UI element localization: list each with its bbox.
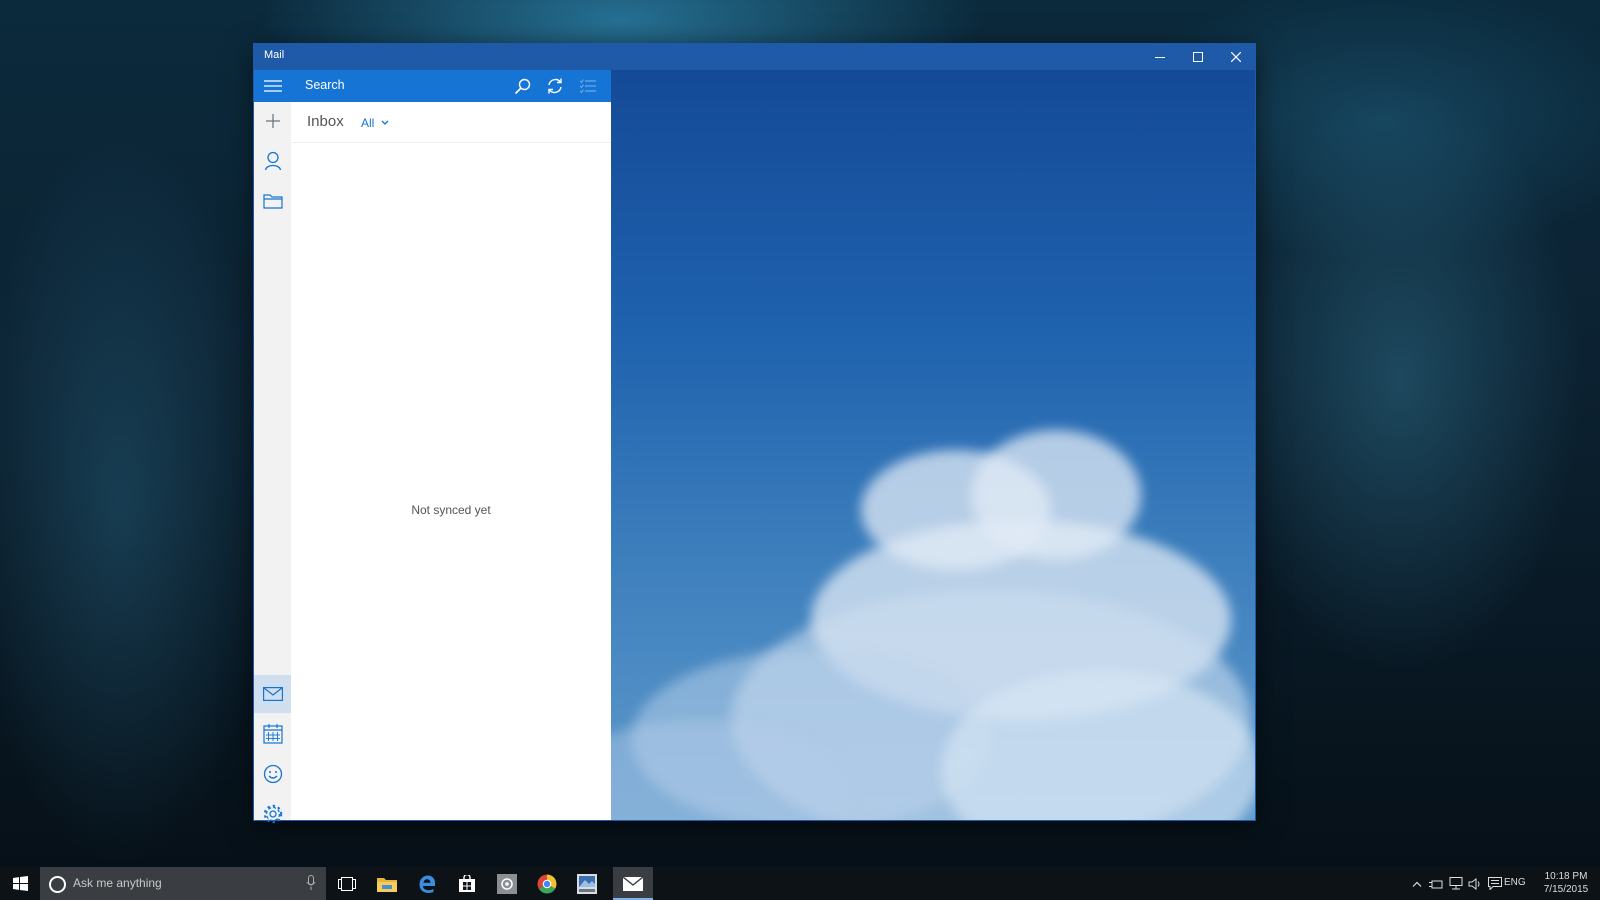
start-button[interactable] — [0, 867, 40, 900]
settings-nav-button[interactable] — [254, 795, 291, 833]
store-button[interactable] — [447, 867, 487, 900]
mail-app-icon — [623, 876, 643, 891]
settings-gear-icon — [263, 804, 282, 824]
minimize-button[interactable] — [1141, 44, 1179, 70]
search-button[interactable] — [511, 75, 533, 97]
mail-icon — [262, 687, 283, 701]
clock-time: 10:18 PM — [1544, 871, 1588, 882]
sync-icon — [548, 78, 562, 94]
chrome-icon — [537, 874, 557, 893]
volume-icon — [1468, 877, 1480, 890]
message-list-pane: Search Inbox All Not synced yet — [291, 70, 611, 820]
search-input[interactable]: Search — [305, 78, 345, 92]
edge-button[interactable] — [407, 867, 447, 900]
accounts-icon — [264, 151, 281, 171]
file-explorer-icon — [377, 877, 397, 892]
title-bar[interactable]: Mail — [254, 44, 1255, 70]
cortana-search-box[interactable]: Ask me anything — [40, 867, 326, 900]
power-plug-icon — [1429, 880, 1443, 888]
input-language-indicator[interactable]: ENG — [1504, 877, 1526, 888]
system-clock[interactable]: 10:18 PM 7/15/2015 — [1540, 870, 1592, 896]
tray-network-button[interactable] — [1448, 867, 1464, 900]
folders-button[interactable] — [254, 182, 291, 220]
taskbar: Ask me anything ENG 10:18 PM 7/15/2015 — [0, 867, 1600, 900]
tray-volume-button[interactable] — [1467, 867, 1483, 900]
maximize-icon — [1193, 52, 1203, 62]
edge-icon — [419, 875, 435, 893]
action-center-icon — [1488, 877, 1502, 890]
sync-button[interactable] — [544, 75, 566, 97]
mail-window: Mail Search Inbox All Not synced yet — [254, 44, 1255, 824]
new-mail-button[interactable] — [254, 102, 291, 140]
store-icon — [459, 874, 475, 892]
new-mail-icon — [265, 114, 280, 128]
chevron-down-icon — [381, 120, 389, 125]
filter-label: All — [361, 116, 375, 130]
close-button[interactable] — [1217, 44, 1255, 70]
mail-app-button[interactable] — [613, 867, 653, 900]
navigation-rail — [254, 70, 291, 824]
window-title: Mail — [264, 49, 285, 61]
feedback-nav-button[interactable] — [254, 755, 291, 793]
folders-icon — [262, 194, 283, 209]
maximize-button[interactable] — [1179, 44, 1217, 70]
accounts-button[interactable] — [254, 142, 291, 180]
photo-app-button[interactable] — [567, 867, 607, 900]
mail-nav-button[interactable] — [254, 675, 291, 713]
cortana-search-placeholder: Ask me anything — [73, 876, 162, 890]
search-bar: Search — [291, 70, 611, 102]
search-icon — [514, 78, 530, 94]
tray-power-button[interactable] — [1428, 867, 1444, 900]
folder-header: Inbox All — [291, 102, 611, 143]
reading-pane-background — [611, 70, 1255, 820]
file-explorer-button[interactable] — [367, 867, 407, 900]
calendar-nav-button[interactable] — [254, 715, 291, 753]
minimize-icon — [1155, 57, 1165, 58]
sync-status-text: Not synced yet — [411, 503, 491, 517]
media-app-icon — [497, 873, 517, 894]
close-icon — [1231, 52, 1241, 62]
feedback-smiley-icon — [263, 764, 282, 784]
photo-app-icon — [577, 873, 597, 894]
hamburger-menu-icon — [263, 80, 282, 92]
clock-date: 7/15/2015 — [1543, 884, 1589, 895]
start-icon — [12, 876, 28, 891]
chevron-up-icon — [1412, 881, 1422, 887]
select-mode-icon — [580, 79, 596, 93]
folder-title: Inbox — [307, 113, 344, 130]
microphone-icon[interactable] — [306, 875, 316, 891]
cortana-icon — [49, 876, 66, 893]
task-view-icon — [338, 876, 356, 891]
tray-action-center-button[interactable] — [1487, 867, 1503, 900]
network-icon — [1449, 877, 1463, 890]
calendar-icon — [262, 724, 283, 744]
select-mode-button[interactable] — [577, 75, 599, 97]
hamburger-menu-button[interactable] — [254, 70, 291, 102]
chrome-button[interactable] — [527, 867, 567, 900]
filter-dropdown[interactable]: All — [361, 116, 389, 130]
show-hidden-icons-button[interactable] — [1410, 867, 1424, 900]
media-app-button[interactable] — [487, 867, 527, 900]
task-view-button[interactable] — [327, 867, 367, 900]
